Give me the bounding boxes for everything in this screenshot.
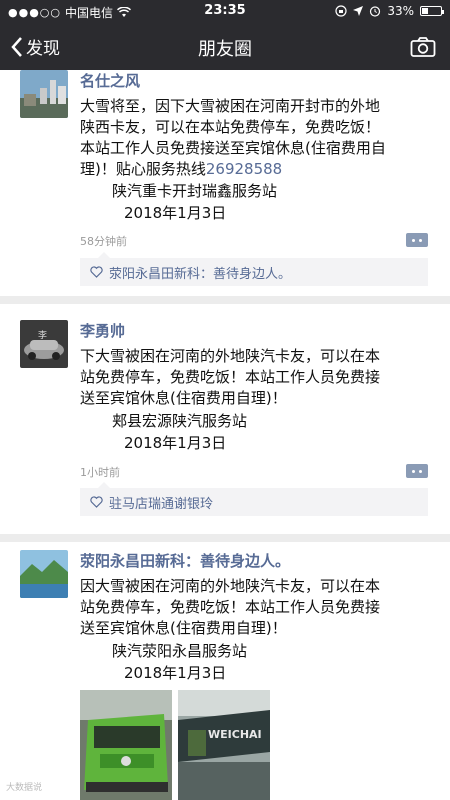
post-photo-weichai[interactable]: WEICHAI: [178, 690, 270, 800]
avatar[interactable]: [20, 70, 68, 118]
nav-bar: 发现 朋友圈: [0, 24, 450, 70]
battery-percent: 33%: [387, 4, 414, 18]
avatar-landscape-image: [20, 550, 68, 598]
post-author-name[interactable]: 李勇帅: [80, 320, 125, 341]
post-timestamp: 58分钟前: [80, 235, 127, 248]
post-signature: 陕汽荥阳永昌服务站: [112, 642, 248, 660]
liker-name[interactable]: 荥阳永昌田新科：善待身边人。: [109, 263, 291, 282]
post-text-line: 因大雪被困在河南的外地陕汽卡友，可以在本: [80, 577, 381, 595]
post-date: 2018年1月3日: [124, 204, 227, 222]
post-author-name[interactable]: 荥阳永昌田新科：善待身边人。: [80, 550, 290, 571]
battery-icon: [420, 6, 444, 16]
weichai-sign-text: WEICHAI: [208, 728, 262, 741]
post-photo-truck[interactable]: [80, 690, 172, 800]
post-text-line: 大雪将至，因下大雪被困在河南开封市的外地: [80, 97, 381, 115]
page-title: 朋友圈: [198, 39, 252, 60]
rotation-lock-icon: [335, 5, 347, 17]
post-text-line: 本站工作人员免费接送至宾馆休息(住宿费用自: [80, 139, 386, 157]
post-text: 下大雪被困在河南的外地陕汽卡友，可以在本 站免费停车，免费吃饭！本站工作人员免费…: [80, 346, 435, 409]
post-timestamp: 1小时前: [80, 466, 120, 479]
post-text: 因大雪被困在河南的外地陕汽卡友，可以在本 站免费停车，免费吃饭！本站工作人员免费…: [80, 576, 435, 639]
avatar-car-image: 李: [20, 320, 68, 368]
svg-text:李: 李: [38, 329, 47, 341]
heart-icon: [90, 266, 103, 278]
post-date: 2018年1月3日: [124, 434, 227, 452]
heart-icon: [90, 496, 103, 508]
weichai-photo-image: WEICHAI: [178, 690, 270, 800]
likes-bar: 驻马店瑞通谢银玲: [80, 482, 428, 516]
post-text-segment: 理)！贴心服务热线: [80, 160, 206, 178]
alarm-icon: [370, 6, 381, 17]
comment-menu-button[interactable]: [406, 464, 428, 478]
moment-post: 名仕之风 大雪将至，因下大雪被困在河南开封市的外地 陕西卡友，可以在本站免费停车…: [0, 70, 450, 296]
post-date: 2018年1月3日: [124, 664, 227, 682]
phone-number-link[interactable]: 26928588: [206, 160, 282, 178]
location-arrow-icon: [353, 6, 364, 16]
moment-post: 李 李勇帅 下大雪被困在河南的外地陕汽卡友，可以在本 站免费停车，免费吃饭！本站…: [0, 304, 450, 534]
post-text-line: 陕西卡友，可以在本站免费停车，免费吃饭！: [80, 118, 381, 136]
avatar-city-image: [20, 70, 68, 118]
post-text-line: 送至宾馆休息(住宿费用自理)！: [80, 619, 287, 637]
moments-feed[interactable]: 名仕之风 大雪将至，因下大雪被困在河南开封市的外地 陕西卡友，可以在本站免费停车…: [0, 70, 450, 800]
status-bar: ●●●○○ 中国电信 23:35 33%: [0, 0, 450, 24]
post-text-line: 理)！贴心服务热线26928588: [80, 159, 435, 180]
post-text-line: 下大雪被困在河南的外地陕汽卡友，可以在本: [80, 347, 381, 365]
status-right: 33%: [335, 4, 444, 18]
truck-photo-image: [80, 690, 172, 800]
watermark: 大数据说: [6, 783, 43, 793]
post-signature: 陕汽重卡开封瑞鑫服务站: [112, 182, 278, 200]
post-author-name[interactable]: 名仕之风: [80, 70, 140, 91]
post-text-line: 站免费停车，免费吃饭！本站工作人员免费接: [80, 368, 381, 386]
avatar[interactable]: 李: [20, 320, 68, 368]
battery-fill: [422, 8, 428, 14]
post-signature: 郏县宏源陕汽服务站: [112, 412, 248, 430]
moment-post: 荥阳永昌田新科：善待身边人。 因大雪被困在河南的外地陕汽卡友，可以在本 站免费停…: [0, 542, 450, 800]
likes-bar: 荥阳永昌田新科：善待身边人。: [80, 252, 428, 286]
liker-name[interactable]: 驻马店瑞通谢银玲: [109, 493, 213, 512]
camera-icon[interactable]: [410, 36, 436, 58]
post-text-line: 站免费停车，免费吃饭！本站工作人员免费接: [80, 598, 381, 616]
avatar[interactable]: [20, 550, 68, 598]
post-text: 大雪将至，因下大雪被困在河南开封市的外地 陕西卡友，可以在本站免费停车，免费吃饭…: [80, 96, 435, 180]
comment-menu-button[interactable]: [406, 233, 428, 247]
post-text-line: 送至宾馆休息(住宿费用自理)！: [80, 389, 287, 407]
